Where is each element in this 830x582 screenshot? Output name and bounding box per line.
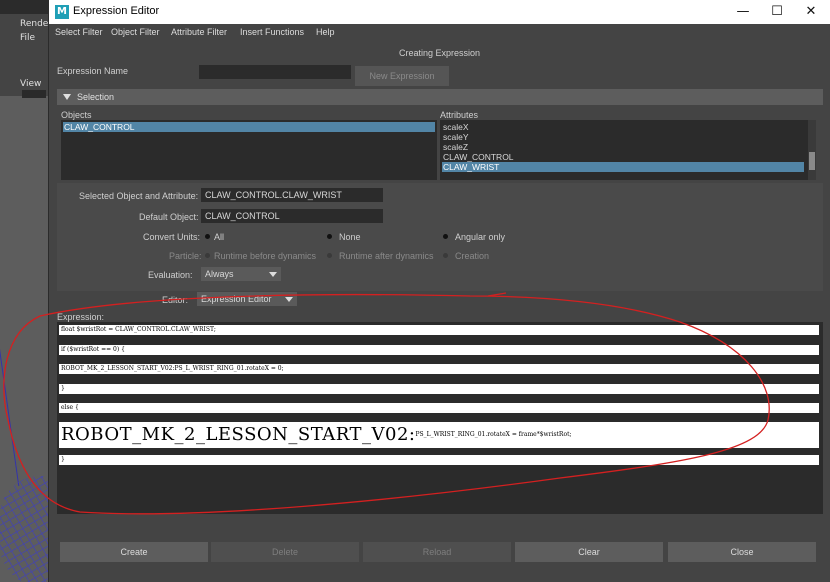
menu-select-filter[interactable]: Select Filter [55,27,103,37]
particle-before-label: Runtime before dynamics [214,251,317,261]
window-title: Expression Editor [73,5,160,17]
background-menu-view[interactable]: View [20,79,41,89]
code-line[interactable]: } [59,384,819,394]
code-line-namespace: ROBOT_MK_2_LESSON_START_V02: [61,424,416,445]
collapse-arrow-icon [63,94,71,100]
evaluation-label: Evaluation: [148,270,193,280]
attribute-item-scalex[interactable]: scaleX [442,122,804,132]
background-toolbar-strip [22,90,46,98]
attributes-scrollbar[interactable] [808,120,816,180]
background-maya-app: Rende File View [0,0,48,582]
scrollbar-thumb[interactable] [809,152,815,170]
editor-dropdown[interactable]: Expression Editor [197,292,297,306]
background-menu-render[interactable]: Rende [20,19,48,29]
radio-particle-before[interactable] [205,253,210,258]
objects-list[interactable]: CLAW_CONTROL [61,120,437,180]
selected-object-field[interactable]: CLAW_CONTROL.CLAW_WRIST [201,188,383,202]
clear-button[interactable]: Clear [515,542,663,562]
radio-convert-all[interactable] [205,234,210,239]
code-line-enlarged[interactable]: ROBOT_MK_2_LESSON_START_V02:PS_L_WRIST_R… [59,422,819,448]
convert-none-label: None [339,232,361,242]
convert-all-label: All [214,232,225,242]
code-line[interactable]: } [59,455,819,465]
maya-logo-icon: M [55,5,69,19]
chevron-down-icon [285,297,293,302]
radio-particle-after[interactable] [327,253,332,258]
editor-label: Editor: [162,295,189,305]
menu-help[interactable]: Help [316,27,335,37]
background-menu-file[interactable]: File [20,33,35,43]
expression-label: Expression: [57,312,105,322]
radio-particle-creation[interactable] [443,253,448,258]
reload-button[interactable]: Reload [363,542,511,562]
maximize-icon[interactable]: ☐ [759,0,795,24]
objects-label: Objects [61,110,92,120]
object-item-claw-control[interactable]: CLAW_CONTROL [63,122,435,132]
selection-header-label: Selection [77,92,115,102]
create-button[interactable]: Create [60,542,208,562]
attribute-item-claw-control[interactable]: CLAW_CONTROL [442,152,804,162]
close-button[interactable]: Close [668,542,816,562]
particle-label: Particle: [169,251,202,261]
background-viewport [0,96,48,582]
attribute-item-claw-wrist[interactable]: CLAW_WRIST [442,162,804,172]
code-line[interactable]: if ($wristRot == 0) { [59,345,819,355]
code-line-rest: PS_L_WRIST_RING_01.rotateX = frame*$wris… [415,431,572,438]
status-text: Creating Expression [399,48,481,58]
viewport-mesh [0,476,48,582]
expression-name-input[interactable] [199,65,351,79]
expression-name-label: Expression Name [57,66,129,76]
background-titlebar [0,0,48,14]
chevron-down-icon [269,272,277,277]
particle-after-label: Runtime after dynamics [339,251,434,261]
window-titlebar[interactable]: M Expression Editor — ☐ ✕ [49,0,830,24]
code-line[interactable]: float $wristRot = CLAW_CONTROL.CLAW_WRIS… [59,325,819,335]
menu-insert-functions[interactable]: Insert Functions [240,27,304,37]
attribute-item-scalez[interactable]: scaleZ [442,142,804,152]
editor-value: Expression Editor [201,294,272,304]
default-object-label: Default Object: [139,212,199,222]
radio-convert-none[interactable] [327,234,332,239]
expression-text-area[interactable]: float $wristRot = CLAW_CONTROL.CLAW_WRIS… [57,322,823,514]
viewport-wire-line [0,226,48,486]
selection-section-header[interactable]: Selection [57,89,823,105]
selected-object-label: Selected Object and Attribute: [79,191,199,201]
menu-bar: Select Filter Object Filter Attribute Fi… [49,24,830,42]
attributes-list[interactable]: scaleX scaleY scaleZ CLAW_CONTROL CLAW_W… [440,120,816,180]
expression-editor-window: M Expression Editor — ☐ ✕ Select Filter … [48,0,830,582]
close-icon[interactable]: ✕ [793,0,829,24]
code-line[interactable]: ROBOT_MK_2_LESSON_START_V02:PS_L_WRIST_R… [59,364,819,374]
minimize-icon[interactable]: — [725,0,761,24]
convert-angular-label: Angular only [455,232,506,242]
evaluation-dropdown[interactable]: Always [201,267,281,281]
particle-creation-label: Creation [455,251,490,261]
evaluation-value: Always [205,269,234,279]
delete-button[interactable]: Delete [211,542,359,562]
code-line[interactable]: else { [59,403,819,413]
convert-units-label: Convert Units: [143,232,201,242]
default-object-field[interactable]: CLAW_CONTROL [201,209,383,223]
attributes-label: Attributes [440,110,479,120]
radio-convert-angular[interactable] [443,234,448,239]
new-expression-button[interactable]: New Expression [355,66,449,86]
menu-attribute-filter[interactable]: Attribute Filter [171,27,227,37]
menu-object-filter[interactable]: Object Filter [111,27,160,37]
attribute-item-scaley[interactable]: scaleY [442,132,804,142]
